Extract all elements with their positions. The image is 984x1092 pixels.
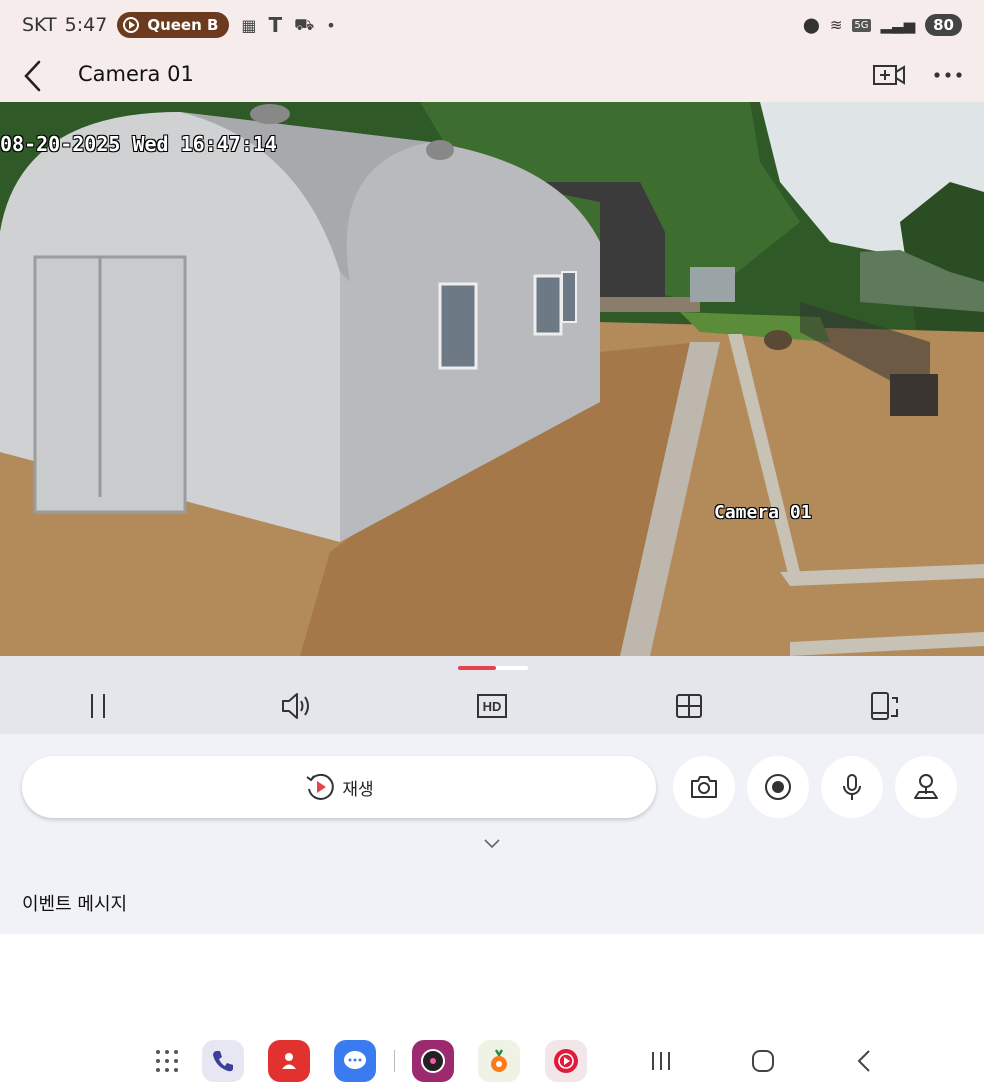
battery-level: 80 (925, 14, 962, 36)
event-list (0, 934, 984, 1028)
youtube-music-app-icon[interactable] (545, 1040, 587, 1082)
camera-video-feed[interactable]: 08-20-2025 Wed 16:47:14 Camera 01 (0, 102, 984, 656)
volume-icon[interactable] (280, 690, 312, 722)
page-title: Camera 01 (78, 62, 194, 86)
youtube-music-icon (554, 1049, 578, 1073)
playback-button[interactable]: 재생 (22, 756, 656, 818)
chat-bubble-icon (344, 1051, 366, 1069)
dot-icon: • (326, 15, 336, 35)
phone-icon (213, 1051, 233, 1072)
location-icon: ⬤ (803, 16, 820, 34)
contacts-app-icon[interactable] (268, 1040, 310, 1082)
contact-icon (282, 1053, 296, 1069)
network-type: 5G (852, 18, 871, 32)
media-pill-label: Queen B (147, 16, 219, 34)
status-time: 5:47 (64, 14, 108, 36)
event-messages-title: 이벤트 메시지 (22, 894, 128, 915)
dock-divider (394, 1050, 395, 1072)
rotate-device-icon[interactable] (869, 690, 901, 722)
video-timestamp: 08-20-2025 Wed 16:47:14 (0, 132, 277, 156)
home-icon[interactable] (749, 1048, 777, 1074)
music-app-icon[interactable] (412, 1040, 454, 1082)
snapshot-button[interactable] (673, 756, 735, 818)
hd-icon[interactable]: HD (476, 690, 508, 722)
grid-icon[interactable] (673, 690, 705, 722)
joystick-icon (914, 774, 938, 799)
add-video-icon[interactable] (872, 60, 906, 90)
chevron-left-icon[interactable] (18, 58, 48, 94)
carrier-label: SKT (22, 14, 57, 36)
recent-apps-icon[interactable] (648, 1048, 676, 1074)
media-pill[interactable]: Queen B (117, 12, 230, 38)
app-bar: Camera 01 (0, 50, 984, 102)
nav-back-icon[interactable] (851, 1048, 879, 1074)
play-circle-icon (123, 17, 140, 33)
app-drawer-icon[interactable] (154, 1048, 180, 1074)
app-notification-icon: ▦ (241, 15, 257, 35)
t-app-icon: T (268, 13, 283, 37)
video-camera-label: Camera 01 (714, 502, 812, 523)
carrot-app-icon[interactable] (478, 1040, 520, 1082)
page-indicator (458, 666, 528, 670)
microphone-button[interactable] (821, 756, 883, 818)
microphone-icon (843, 774, 861, 800)
record-icon (765, 774, 791, 800)
replay-icon (306, 773, 335, 800)
signal-icon: ▂▃▅ (880, 16, 916, 34)
ptz-button[interactable] (895, 756, 957, 818)
messages-app-icon[interactable] (334, 1040, 376, 1082)
record-button[interactable] (747, 756, 809, 818)
page-indicator-active (458, 666, 496, 670)
chevron-down-icon[interactable] (482, 836, 502, 850)
playback-label: 재생 (342, 779, 374, 800)
more-horizontal-icon[interactable] (932, 60, 964, 90)
car-icon: ⛟ (294, 14, 315, 34)
vinyl-icon (421, 1049, 445, 1073)
pause-icon[interactable] (82, 690, 114, 722)
svg-text:HD: HD (483, 699, 502, 714)
wifi-icon: ≋ (829, 16, 843, 34)
camera-scene-image (0, 102, 984, 656)
phone-app-icon[interactable] (202, 1040, 244, 1082)
carrot-icon (491, 1049, 507, 1072)
camera-icon (691, 776, 717, 798)
status-bar: SKT 5:47 Queen B ▦ T ⛟ • ⬤ ≋ 5G ▂▃▅ 80 (0, 0, 984, 50)
